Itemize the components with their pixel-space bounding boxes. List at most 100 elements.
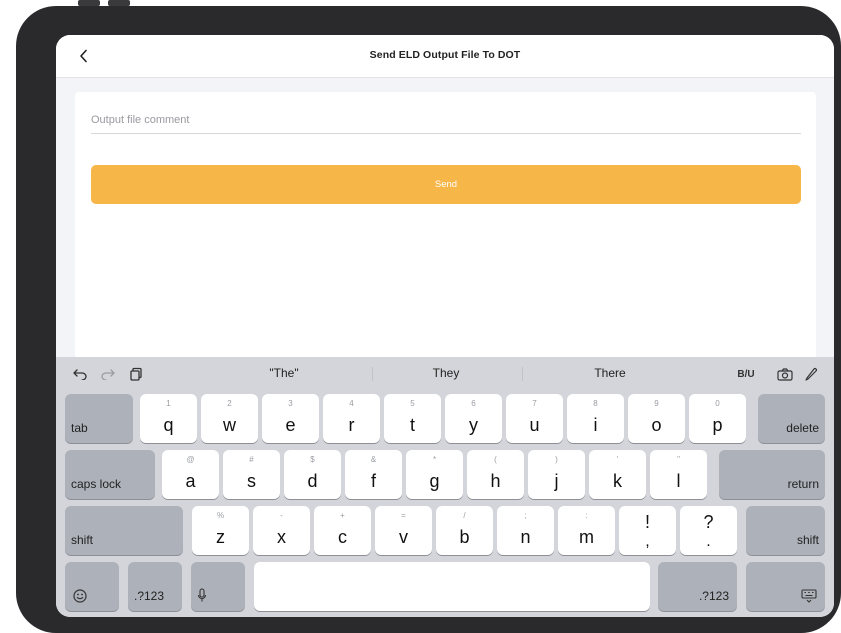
key-letter: f (370, 471, 376, 491)
key-secondary: 2 (227, 399, 232, 408)
key-letter: c (338, 527, 347, 547)
key-m[interactable]: : m (558, 506, 615, 555)
key-letter: h (490, 471, 501, 491)
volume-up-button (78, 0, 100, 6)
undo-icon[interactable] (72, 366, 88, 382)
keyboard-dismiss-icon (801, 589, 817, 603)
microphone-icon (197, 588, 207, 602)
numbers-key-label: .?123 (134, 589, 165, 603)
markup-pen-icon[interactable] (802, 366, 820, 382)
key-g[interactable]: * g (406, 450, 463, 499)
space-bar[interactable] (254, 562, 650, 611)
key-v[interactable]: = v (375, 506, 432, 555)
key-c[interactable]: + c (314, 506, 371, 555)
key-x[interactable]: - x (253, 506, 310, 555)
key-letter: j (554, 471, 559, 491)
key-s[interactable]: # s (223, 450, 280, 499)
key-t[interactable]: 5 t (384, 394, 441, 443)
key-h[interactable]: ( h (467, 450, 524, 499)
key-q[interactable]: 1 q (140, 394, 197, 443)
send-button[interactable]: Send (91, 165, 801, 204)
key-d[interactable]: $ d (284, 450, 341, 499)
key-letter: o (651, 415, 662, 435)
caps-lock-key[interactable]: caps lock (65, 450, 155, 499)
delete-key-label: delete (786, 421, 819, 435)
emoji-icon (73, 589, 87, 603)
key-b[interactable]: / b (436, 506, 493, 555)
key-j[interactable]: ) j (528, 450, 585, 499)
key-e[interactable]: 3 e (262, 394, 319, 443)
key-secondary: $ (310, 455, 315, 464)
key-n[interactable]: ; n (497, 506, 554, 555)
text-format-button[interactable]: B/U (734, 366, 758, 382)
navigation-bar: Send ELD Output File To DOT (56, 35, 834, 78)
numbers-key-left[interactable]: .?123 (128, 562, 182, 611)
key-k[interactable]: ' k (589, 450, 646, 499)
suggestion-1[interactable]: "The" (236, 366, 332, 380)
return-key[interactable]: return (719, 450, 825, 499)
key-exclamation-comma[interactable]: ! , (619, 506, 676, 555)
key-z[interactable]: % z (192, 506, 249, 555)
key-letter: i (593, 415, 598, 435)
tab-key[interactable]: tab (65, 394, 133, 443)
suggestion-divider (372, 367, 373, 381)
shift-key-label: shift (796, 533, 819, 547)
key-letter: t (409, 415, 415, 435)
on-screen-keyboard: "The" They There B/U tab 1 q 2 w 3 e 4 r… (56, 357, 834, 617)
key-l[interactable]: " l (650, 450, 707, 499)
suggestion-3[interactable]: There (562, 366, 658, 380)
screen: Send ELD Output File To DOT Send "The" (56, 35, 834, 617)
delete-key[interactable]: delete (758, 394, 825, 443)
key-letter: r (348, 415, 355, 435)
key-letter: b (459, 527, 470, 547)
key-u[interactable]: 7 u (506, 394, 563, 443)
key-secondary: / (463, 511, 466, 520)
camera-icon[interactable] (776, 366, 794, 382)
key-letter: p (712, 415, 723, 435)
right-shift-key[interactable]: shift (746, 506, 825, 555)
key-letter: s (247, 471, 256, 491)
key-secondary: 0 (715, 399, 720, 408)
redo-icon[interactable] (100, 366, 116, 382)
key-primary-symbol: ! (644, 512, 650, 532)
key-letter: d (307, 471, 318, 491)
tab-key-label: tab (71, 421, 88, 435)
key-p[interactable]: 0 p (689, 394, 746, 443)
key-secondary: + (340, 511, 345, 520)
key-r[interactable]: 4 r (323, 394, 380, 443)
key-y[interactable]: 6 y (445, 394, 502, 443)
left-shift-key[interactable]: shift (65, 506, 183, 555)
key-i[interactable]: 8 i (567, 394, 624, 443)
key-letter: k (613, 471, 622, 491)
key-f[interactable]: & f (345, 450, 402, 499)
key-letter: l (676, 471, 681, 491)
key-secondary: 4 (349, 399, 354, 408)
key-a[interactable]: @ a (162, 450, 219, 499)
key-secondary: & (370, 455, 377, 464)
paste-icon[interactable] (128, 366, 144, 382)
key-letter: x (277, 527, 286, 547)
key-secondary-symbol: , (645, 533, 650, 550)
dictation-key[interactable] (191, 562, 245, 611)
key-o[interactable]: 9 o (628, 394, 685, 443)
keyboard-shortcut-bar: "The" They There B/U (56, 357, 834, 391)
key-letter: q (163, 415, 174, 435)
key-letter: m (579, 527, 594, 547)
suggestion-2[interactable]: They (398, 366, 494, 380)
form-card: Send (75, 92, 816, 382)
key-question-period[interactable]: ? . (680, 506, 737, 555)
emoji-key[interactable] (65, 562, 119, 611)
key-w[interactable]: 2 w (201, 394, 258, 443)
hide-keyboard-key[interactable] (746, 562, 825, 611)
key-secondary: ( (494, 455, 497, 464)
key-secondary: % (216, 511, 225, 520)
key-secondary: 5 (410, 399, 415, 408)
key-secondary: 6 (471, 399, 476, 408)
caps-lock-key-label: caps lock (71, 477, 122, 491)
volume-down-button (108, 0, 130, 6)
output-file-comment-input[interactable] (91, 106, 801, 134)
key-secondary: 1 (166, 399, 171, 408)
tablet-frame: Send ELD Output File To DOT Send "The" (16, 0, 841, 633)
key-secondary-symbol: . (706, 533, 711, 550)
numbers-key-right[interactable]: .?123 (658, 562, 737, 611)
